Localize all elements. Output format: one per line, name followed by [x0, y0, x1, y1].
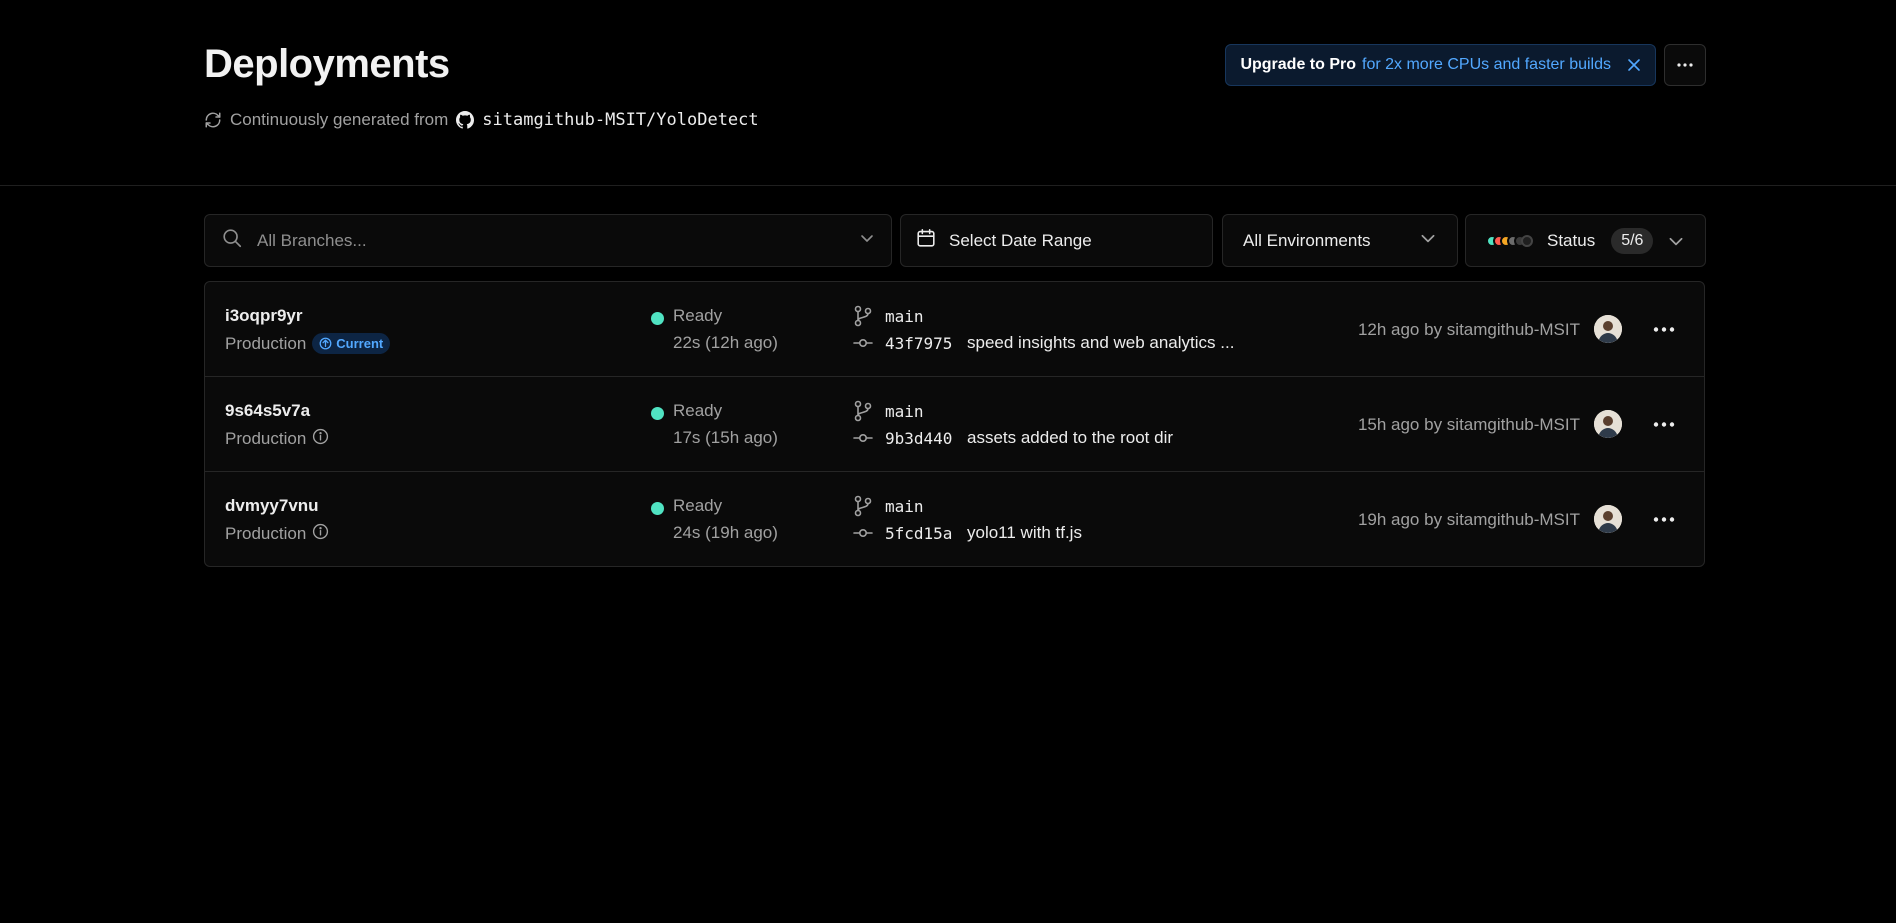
git-commit-icon — [853, 523, 873, 548]
deployment-id[interactable]: i3oqpr9yr — [225, 306, 302, 326]
commit-message[interactable]: assets added to the root dir — [967, 428, 1173, 448]
deployment-environment: Production — [225, 523, 329, 545]
close-icon[interactable] — [1627, 58, 1641, 72]
chevron-down-icon — [1419, 229, 1437, 252]
deployment-environment: Production Current — [225, 333, 391, 354]
build-duration: 22s (12h ago) — [673, 333, 778, 352]
branch-name[interactable]: main — [885, 402, 924, 421]
generated-label: Continuously generated from — [230, 110, 449, 129]
date-range-label: Select Date Range — [949, 230, 1092, 250]
header-divider — [0, 185, 1896, 186]
chevron-down-icon — [1667, 232, 1685, 250]
deployments-list: i3oqpr9yr Production Current Ready 22s (… — [204, 281, 1705, 567]
status-dots-icon — [1486, 234, 1533, 247]
deployment-row[interactable]: i3oqpr9yr Production Current Ready 22s (… — [205, 282, 1704, 377]
upgrade-description: for 2x more CPUs and faster builds — [1362, 56, 1611, 73]
commit-message[interactable]: yolo11 with tf.js — [967, 523, 1082, 543]
source-info: Continuously generated from sitamgithub-… — [204, 110, 759, 130]
ellipsis-icon — [1653, 516, 1675, 522]
deployment-author: 19h ago by sitamgithub-MSIT — [1357, 510, 1580, 529]
current-badge: Current — [312, 333, 391, 354]
status-filter[interactable]: Status 5/6 — [1465, 214, 1706, 267]
arrow-up-circle-icon — [319, 337, 332, 350]
deployment-row[interactable]: 9s64s5v7a Production Ready 17s (15h ago)… — [205, 377, 1704, 472]
commit-sha[interactable]: 9b3d440 — [885, 429, 952, 448]
info-icon[interactable] — [312, 523, 329, 545]
ellipsis-icon — [1677, 63, 1693, 67]
git-branch-icon — [853, 305, 873, 332]
current-badge-label: Current — [336, 336, 384, 351]
build-duration: 24s (19h ago) — [673, 523, 778, 542]
avatar[interactable] — [1594, 505, 1622, 533]
commit-sha[interactable]: 43f7975 — [885, 334, 952, 353]
branch-name[interactable]: main — [885, 307, 924, 326]
status-indicator — [651, 312, 664, 325]
ellipsis-icon — [1653, 326, 1675, 332]
refresh-icon — [204, 111, 222, 129]
git-branch-icon — [853, 400, 873, 427]
deployment-row[interactable]: dvmyy7vnu Production Ready 24s (19h ago)… — [205, 472, 1704, 566]
upgrade-title: Upgrade to Pro — [1240, 56, 1356, 73]
deployment-environment: Production — [225, 428, 329, 450]
ellipsis-icon — [1653, 421, 1675, 427]
build-duration: 17s (15h ago) — [673, 428, 778, 447]
status-indicator — [651, 407, 664, 420]
commit-message[interactable]: speed insights and web analytics ... — [967, 333, 1234, 353]
environment-label: Production — [225, 524, 307, 543]
environment-filter-label: All Environments — [1243, 230, 1371, 250]
row-actions-button[interactable] — [1650, 411, 1678, 437]
more-options-button[interactable] — [1664, 44, 1706, 86]
date-range-filter[interactable]: Select Date Range — [900, 214, 1213, 267]
filter-bar: All Branches... Select Date Range All En… — [204, 214, 1706, 267]
repo-link[interactable]: sitamgithub-MSIT/YoloDetect — [482, 110, 758, 130]
status-indicator — [651, 502, 664, 515]
row-actions-button[interactable] — [1650, 506, 1678, 532]
commit-sha[interactable]: 5fcd15a — [885, 524, 952, 543]
git-commit-icon — [853, 428, 873, 453]
git-branch-icon — [853, 495, 873, 522]
page-title: Deployments — [204, 42, 450, 86]
info-icon[interactable] — [312, 428, 329, 450]
branch-filter[interactable]: All Branches... — [204, 214, 892, 267]
deployment-id[interactable]: dvmyy7vnu — [225, 496, 319, 516]
environment-label: Production — [225, 333, 307, 353]
status-label: Ready — [673, 401, 723, 420]
search-icon — [221, 227, 243, 254]
row-actions-button[interactable] — [1650, 316, 1678, 342]
upgrade-banner[interactable]: Upgrade to Pro for 2x more CPUs and fast… — [1225, 44, 1656, 86]
calendar-icon — [915, 227, 937, 254]
deployment-author: 12h ago by sitamgithub-MSIT — [1357, 320, 1580, 339]
github-icon — [456, 111, 475, 129]
branch-filter-placeholder: All Branches... — [257, 230, 367, 250]
environment-label: Production — [225, 429, 307, 448]
deployment-author: 15h ago by sitamgithub-MSIT — [1357, 415, 1580, 434]
status-filter-label: Status — [1547, 230, 1596, 250]
page-header: Deployments Continuously generated from … — [204, 40, 1706, 140]
avatar[interactable] — [1594, 410, 1622, 438]
status-label: Ready — [673, 496, 723, 515]
avatar[interactable] — [1594, 315, 1622, 343]
chevron-down-icon — [859, 230, 875, 251]
environment-filter[interactable]: All Environments — [1222, 214, 1458, 267]
git-commit-icon — [853, 333, 873, 358]
branch-name[interactable]: main — [885, 497, 924, 516]
deployment-id[interactable]: 9s64s5v7a — [225, 401, 310, 421]
status-label: Ready — [673, 306, 723, 325]
status-count-badge: 5/6 — [1611, 227, 1654, 254]
